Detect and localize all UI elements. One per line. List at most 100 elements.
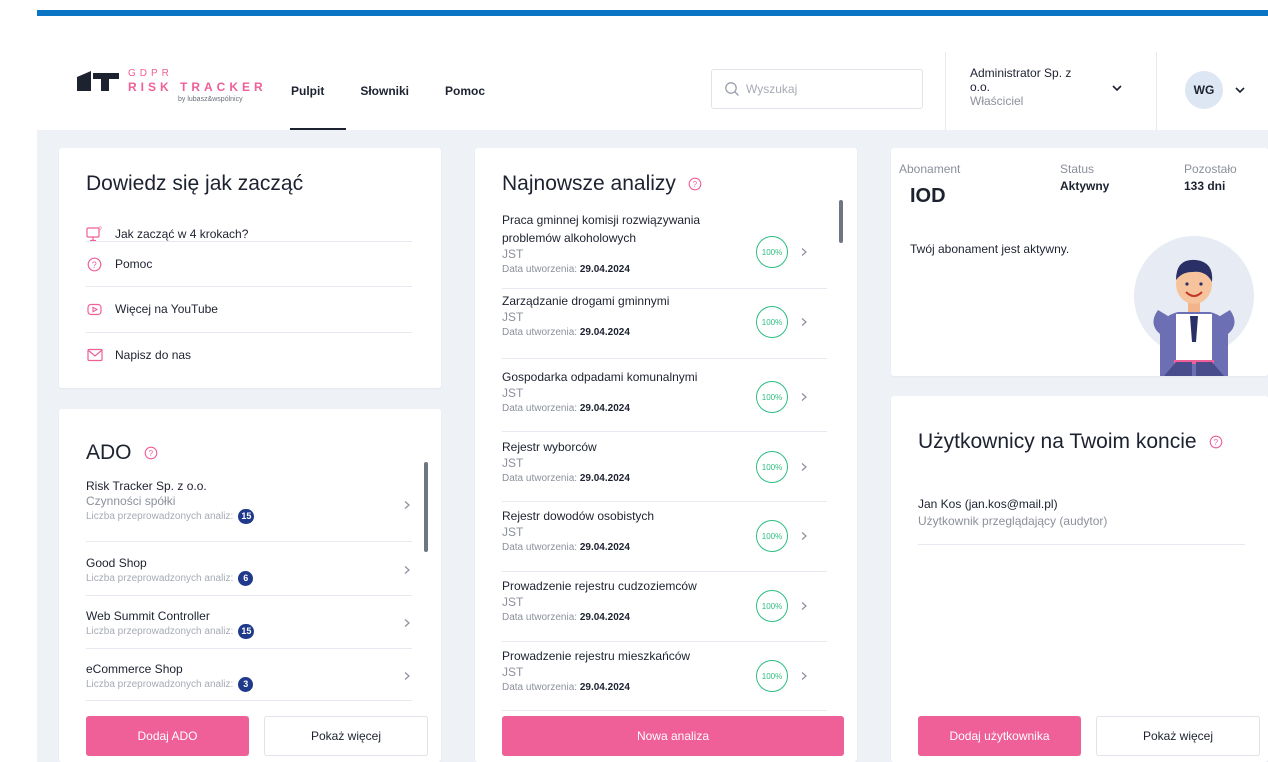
analysis-date: 29.04.2024 [579,327,630,338]
nav-item-slowniki[interactable]: Słowniki [360,52,409,130]
help-circle-icon[interactable]: ? [144,446,158,460]
svg-text:?: ? [693,180,698,189]
list-item[interactable]: Risk Tracker Sp. z o.o. Czynności spółki… [86,473,412,542]
list-item[interactable]: Praca gminnej komisji rozwiązywania prob… [502,211,827,289]
ado-name: Web Summit Controller [86,609,210,623]
list-item[interactable]: Good Shop Liczba przeprowadzonych analiz… [86,542,412,596]
date-label: Data utworzenia: [502,542,578,553]
logo[interactable]: GDPR RISK TRACKER by lubasz&wspólnicy [77,68,267,118]
analysis-date: 29.04.2024 [579,682,630,693]
subscription-card: Abonament IOD Status Aktywny Pozostało 1… [891,148,1268,376]
logo-product-text: RISK TRACKER [128,80,267,94]
show-more-users-button[interactable]: Pokaż więcej [1096,716,1260,756]
help-circle-icon[interactable]: ? [688,177,702,191]
user-role: Użytkownik przeglądający (audytor) [918,514,1108,528]
progress-ring: 100% [756,381,788,413]
count-badge: 15 [238,624,255,639]
gs-item-contact[interactable]: Napisz do nas [86,333,412,377]
list-item[interactable]: Gospodarka odpadami komunalnymi JST Data… [502,368,827,432]
monitor-question-icon: ? [86,226,103,243]
chevron-right-icon [404,619,410,627]
svg-text:?: ? [148,449,153,458]
add-ado-button[interactable]: Dodaj ADO [86,716,249,756]
users-title-text: Użytkownicy na Twoim koncie [918,430,1197,453]
gs-item-label: Więcej na YouTube [115,302,218,316]
list-item[interactable]: Rejestr dowodów osobistych JST Data utwo… [502,507,827,572]
logo-byline: by lubasz&wspólnicy [178,96,243,103]
ado-count-row: Liczba przeprowadzonych analiz: 15 [86,624,412,639]
remaining-value: 133 dni [1184,179,1226,193]
ado-name: Risk Tracker Sp. z o.o. [86,479,207,493]
chevron-right-icon [801,393,807,401]
logo-gdpr-text: GDPR [128,68,173,79]
avatar[interactable]: WG [1185,71,1223,109]
progress-ring: 100% [756,306,788,338]
plan-label: Abonament [899,162,961,176]
analyses-title: Najnowsze analizy ? [502,172,702,196]
divider [918,544,1245,545]
gs-item-youtube[interactable]: Więcej na YouTube [86,287,412,331]
dashboard-main: Dowiedz się jak zacząć ? Jak zacząć w 4 … [37,130,1268,762]
getting-started-card: Dowiedz się jak zacząć ? Jak zacząć w 4 … [59,148,441,388]
analysis-date: 29.04.2024 [579,612,630,623]
help-circle-icon: ? [86,256,103,273]
svg-text:?: ? [1213,438,1218,447]
ado-count-row: Liczba przeprowadzonych analiz: 3 [86,677,412,692]
analysis-date: 29.04.2024 [579,264,630,275]
date-label: Data utworzenia: [502,327,578,338]
list-item[interactable]: Web Summit Controller Liczba przeprowadz… [86,596,412,649]
ado-count-label: Liczba przeprowadzonych analiz: [86,511,234,522]
user-name[interactable]: Jan Kos (jan.kos@mail.pl) [918,497,1058,511]
search-icon [725,82,739,96]
chevron-right-icon [801,532,807,540]
analyses-scrollbar[interactable] [839,200,843,243]
new-analysis-button[interactable]: Nowa analiza [502,716,844,756]
gs-item-help[interactable]: ? Pomoc [86,242,412,286]
analysis-title: Praca gminnej komisji rozwiązywania prob… [502,213,701,245]
analysis-title: Prowadzenie rejestru cudzoziemców [502,579,697,593]
ado-title: ADO ? [86,441,158,465]
date-label: Data utworzenia: [502,612,578,623]
search-input[interactable] [746,82,916,96]
chevron-down-icon[interactable] [1233,83,1247,97]
list-item[interactable]: eCommerce Shop Liczba przeprowadzonych a… [86,649,412,701]
status-value: Aktywny [1060,179,1110,193]
nav-item-pomoc[interactable]: Pomoc [445,52,485,130]
show-more-ado-button[interactable]: Pokaż więcej [264,716,428,756]
header-divider [945,52,946,130]
date-label: Data utworzenia: [502,264,578,275]
count-badge: 6 [238,571,254,586]
help-circle-icon[interactable]: ? [1209,435,1223,449]
chevron-right-icon [801,248,807,256]
latest-analyses-card: Najnowsze analizy ? Praca gminnej komisj… [475,148,857,762]
users-title: Użytkownicy na Twoim koncie ? [918,430,1223,454]
chevron-right-icon [801,672,807,680]
analysis-title: Rejestr wyborców [502,440,597,454]
nav-item-pulpit[interactable]: Pulpit [289,52,347,130]
header-divider [1156,52,1157,130]
account-switcher[interactable]: Administrator Sp. z o.o. Właściciel [970,66,1122,108]
remaining-label: Pozostało [1184,162,1237,176]
analyses-title-text: Najnowsze analizy [502,172,676,195]
list-item[interactable]: Prowadzenie rejestru cudzoziemców JST Da… [502,577,827,642]
search-box[interactable] [711,69,923,109]
chevron-right-icon [801,463,807,471]
date-label: Data utworzenia: [502,682,578,693]
businessman-illustration [1134,236,1254,376]
app-header: GDPR RISK TRACKER by lubasz&wspólnicy Pu… [37,52,1268,130]
ado-count-label: Liczba przeprowadzonych analiz: [86,679,234,690]
plan-value: IOD [910,185,946,207]
list-item[interactable]: Rejestr wyborców JST Data utworzenia: 29… [502,438,827,502]
list-item[interactable]: Prowadzenie rejestru mieszkańców JST Dat… [502,647,827,711]
progress-ring: 100% [756,590,788,622]
list-item[interactable]: Zarządzanie drogami gminnymi JST Data ut… [502,292,827,359]
date-label: Data utworzenia: [502,473,578,484]
analysis-date: 29.04.2024 [579,403,630,414]
add-user-button[interactable]: Dodaj użytkownika [918,716,1081,756]
chevron-right-icon [404,566,410,574]
progress-ring: 100% [756,451,788,483]
ado-card: ADO ? Risk Tracker Sp. z o.o. Czynności … [59,409,441,762]
gs-item-label: Pomoc [115,257,153,271]
analysis-title: Gospodarka odpadami komunalnymi [502,370,698,384]
ado-scrollbar[interactable] [424,462,428,552]
